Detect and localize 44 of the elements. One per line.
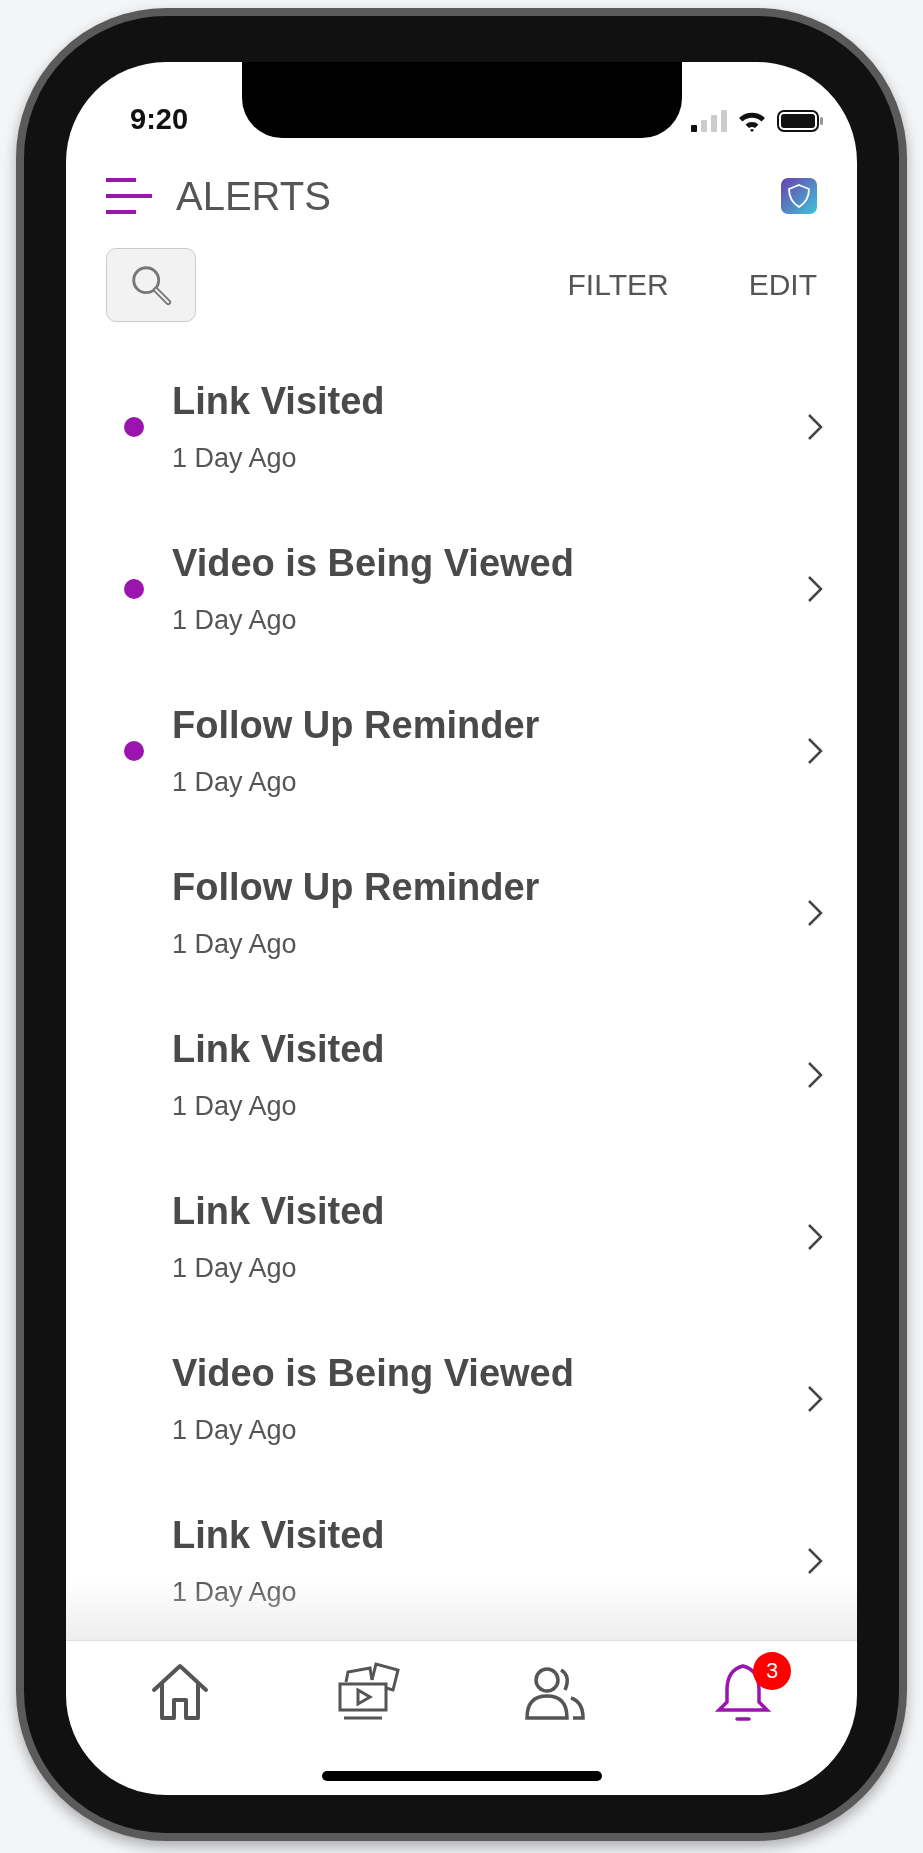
alert-title: Link Visited <box>172 1190 386 1233</box>
shield-logo-icon <box>781 178 817 214</box>
alert-time: 1 Day Ago <box>172 929 298 960</box>
alert-row[interactable]: Link Visited 1 Day Ago <box>66 1480 857 1640</box>
alert-time: 1 Day Ago <box>172 1577 298 1608</box>
signal-icon <box>691 110 727 132</box>
alert-time: 1 Day Ago <box>172 767 298 798</box>
chevron-right-icon <box>807 737 823 765</box>
alert-row[interactable]: Link Visited 1 Day Ago <box>66 346 857 508</box>
chevron-right-icon <box>807 899 823 927</box>
alert-row[interactable]: Link Visited 1 Day Ago <box>66 994 857 1156</box>
alert-row[interactable]: Link Visited 1 Day Ago <box>66 1156 857 1318</box>
alert-row[interactable]: Video is Being Viewed 1 Day Ago <box>66 1318 857 1480</box>
alert-title: Link Visited <box>172 1514 386 1557</box>
alert-row[interactable]: Follow Up Reminder 1 Day Ago <box>66 832 857 994</box>
chevron-right-icon <box>807 1061 823 1089</box>
alert-title: Link Visited <box>172 1028 386 1071</box>
toolbar-action[interactable]: FILTER <box>567 268 669 302</box>
alert-time: 1 Day Ago <box>172 1253 298 1284</box>
chevron-right-icon <box>807 1223 823 1251</box>
toolbar-action[interactable]: EDIT <box>748 268 817 302</box>
alert-title: Video is Being Viewed <box>172 542 575 585</box>
alert-title: Follow Up Reminder <box>172 866 541 909</box>
chevron-right-icon <box>807 1547 823 1575</box>
chevron-right-icon <box>807 413 823 441</box>
alert-time: 1 Day Ago <box>172 1415 298 1446</box>
status-time: 9:20 <box>130 103 189 136</box>
chevron-right-icon <box>807 1385 823 1413</box>
alerts-tab[interactable]: 3 <box>695 1652 792 1722</box>
battery-icon <box>777 110 823 132</box>
alert-title: Video is Being Viewed <box>172 1352 575 1395</box>
notification-badge: 3 <box>753 1652 792 1690</box>
alert-time: 1 Day Ago <box>172 1091 298 1122</box>
alert-row[interactable]: Video is Being Viewed 1 Day Ago <box>66 508 857 670</box>
menu-icon[interactable] <box>106 178 152 214</box>
chevron-right-icon <box>807 575 823 603</box>
wifi-icon <box>737 110 767 132</box>
search-button[interactable] <box>106 248 196 322</box>
alert-time: 1 Day Ago <box>172 605 298 636</box>
page-title: ALERTS <box>176 173 331 219</box>
alert-title: Follow Up Reminder <box>172 704 541 747</box>
alert-time: 1 Day Ago <box>172 443 298 474</box>
alert-row[interactable]: Follow Up Reminder 1 Day Ago <box>66 670 857 832</box>
alert-title: Link Visited <box>172 380 386 423</box>
